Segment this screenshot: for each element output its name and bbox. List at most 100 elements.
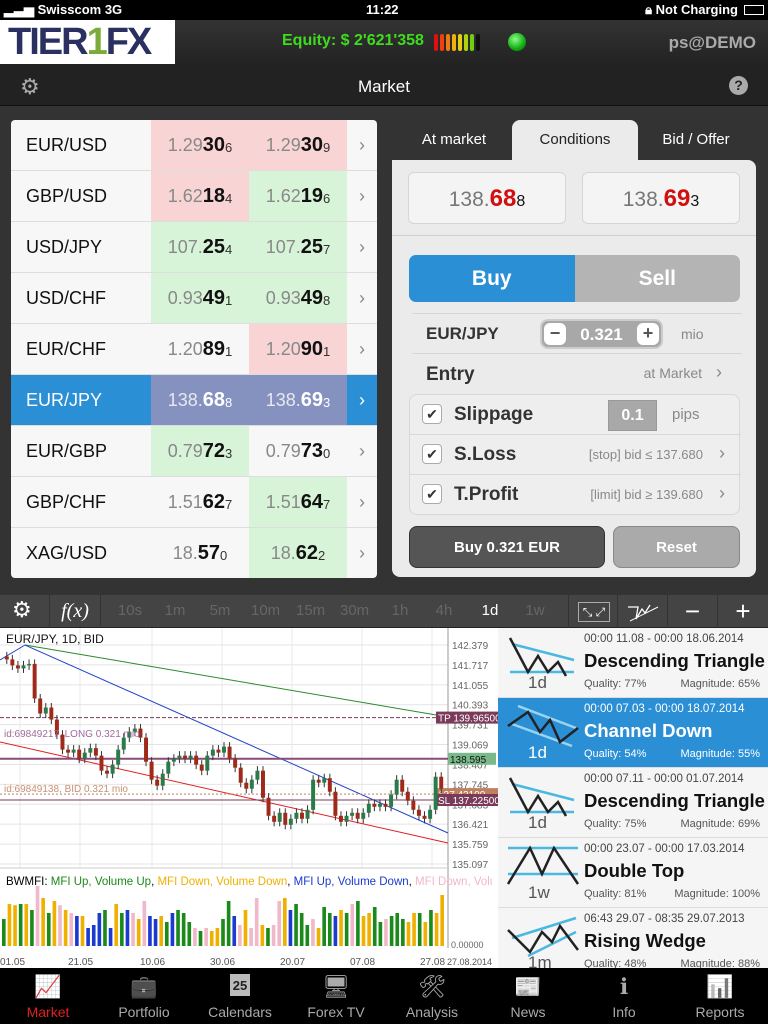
volume-bar — [322, 907, 326, 946]
stop-loss-row[interactable]: ✔ S.Loss [stop] bid ≤ 137.680 › — [410, 435, 741, 475]
pattern-item[interactable]: 1d 00:00 07.11 - 00:00 01.07.2014 Descen… — [498, 768, 768, 838]
pattern-list[interactable]: 1d 00:00 11.08 - 00:00 18.06.2014 Descen… — [498, 628, 768, 968]
quote-row[interactable]: GBP/USD 1.62 18 4 1.62 19 6 › — [11, 171, 377, 222]
bid-price[interactable]: 107. 25 4 — [151, 222, 249, 272]
tab-bid-offer[interactable]: Bid / Offer — [634, 120, 758, 160]
bid-price[interactable]: 1.51 62 7 — [151, 477, 249, 527]
minus-icon[interactable]: − — [544, 323, 566, 345]
ask-price[interactable]: 1.29 30 9 — [249, 120, 347, 170]
volume-bar — [339, 910, 343, 946]
chevron-right-icon[interactable]: › — [347, 339, 377, 360]
pattern-item[interactable]: 1d 00:00 07.03 - 00:00 18.07.2014 Channe… — [498, 698, 768, 768]
quote-row[interactable]: EUR/JPY 138. 68 8 138. 69 3 › — [11, 375, 377, 426]
chevron-right-icon[interactable]: › — [347, 543, 377, 564]
candle — [405, 791, 410, 801]
sell-button[interactable]: Sell — [574, 255, 740, 302]
amount-value[interactable]: 0.321 — [568, 325, 635, 345]
fit-chart-button[interactable]: ⤡ ⤢ — [568, 595, 618, 628]
candle — [283, 812, 288, 825]
tab-reports[interactable]: 📊 Reports — [672, 968, 768, 1024]
tab-info[interactable]: ℹ Info — [576, 968, 672, 1024]
tab-analysis[interactable]: 🛠 Analysis — [384, 968, 480, 1024]
ask-price[interactable]: 138. 69 3 — [249, 375, 347, 425]
bid-price[interactable]: 0.93 49 1 — [151, 273, 249, 323]
quote-row[interactable]: EUR/CHF 1.20 89 1 1.20 90 1 › — [11, 324, 377, 375]
ask-price[interactable]: 0.79 73 0 — [249, 426, 347, 476]
tab-calendars[interactable]: 25 Calendars — [192, 968, 288, 1024]
quote-row[interactable]: XAG/USD 18. 57 0 18. 62 2 › — [11, 528, 377, 578]
timeframe-1m[interactable]: 1m — [161, 602, 189, 619]
ask-price[interactable]: 18. 62 2 — [249, 528, 347, 578]
bid-price[interactable]: 1.20 89 1 — [151, 324, 249, 374]
buy-button[interactable]: Buy — [409, 255, 575, 302]
price-chart[interactable]: 142.379 141.717 141.055 140.393 139.731 139.0… — [0, 628, 501, 968]
chevron-right-icon[interactable]: › — [347, 135, 377, 156]
quote-row[interactable]: GBP/CHF 1.51 62 7 1.51 64 7 › — [11, 477, 377, 528]
timeframe-15m[interactable]: 15m — [296, 602, 325, 619]
pattern-item[interactable]: 1d 00:00 11.08 - 00:00 18.06.2014 Descen… — [498, 628, 768, 698]
zoom-out-button[interactable]: − — [668, 595, 718, 628]
ask-price[interactable]: 1.51 64 7 — [249, 477, 347, 527]
ask-quote[interactable]: 138.693 — [582, 172, 740, 224]
bid-quote[interactable]: 138.688 — [408, 172, 566, 224]
tab-news[interactable]: 📰 News — [480, 968, 576, 1024]
candle — [238, 767, 243, 783]
quote-row[interactable]: EUR/GBP 0.79 72 3 0.79 73 0 › — [11, 426, 377, 477]
slippage-checkbox[interactable]: ✔ — [422, 404, 442, 424]
account-user[interactable]: ps@DEMO — [669, 33, 756, 53]
ask-price[interactable]: 1.62 19 6 — [249, 171, 347, 221]
indicators-button[interactable]: f(x) — [49, 595, 101, 628]
ask-price[interactable]: 107. 25 7 — [249, 222, 347, 272]
quote-row[interactable]: USD/JPY 107. 25 4 107. 25 7 › — [11, 222, 377, 273]
volume-bar — [13, 905, 17, 946]
take-profit-row[interactable]: ✔ T.Profit [limit] bid ≥ 139.680 › — [410, 475, 741, 515]
quote-row[interactable]: USD/CHF 0.93 49 1 0.93 49 8 › — [11, 273, 377, 324]
chevron-right-icon[interactable]: › — [347, 288, 377, 309]
chevron-right-icon[interactable]: › — [347, 441, 377, 462]
tab-at-market[interactable]: At market — [392, 120, 516, 160]
zoom-in-button[interactable]: + — [718, 595, 768, 628]
meter-segment — [458, 34, 462, 51]
bid-price[interactable]: 1.29 30 6 — [151, 120, 249, 170]
chevron-right-icon[interactable]: › — [347, 186, 377, 207]
tab-conditions[interactable]: Conditions — [512, 120, 638, 160]
tab-forex-tv[interactable]: 🖥 Forex TV — [288, 968, 384, 1024]
equity: Equity: $ 2'621'358 — [282, 32, 424, 49]
stop-loss-checkbox[interactable]: ✔ — [422, 444, 442, 464]
candle — [21, 665, 26, 669]
pattern-dates: 00:00 07.03 - 00:00 18.07.2014 — [584, 703, 745, 715]
pattern-item[interactable]: 1w 00:00 23.07 - 00:00 17.03.2014 Double… — [498, 838, 768, 908]
volume-bar — [249, 928, 253, 946]
timeframe-1w[interactable]: 1w — [521, 602, 549, 619]
chevron-right-icon[interactable]: › — [347, 492, 377, 513]
ask-price[interactable]: 1.20 90 1 — [249, 324, 347, 374]
ask-price[interactable]: 0.93 49 8 — [249, 273, 347, 323]
timeframe-10s[interactable]: 10s — [116, 602, 144, 619]
timeframe-30m[interactable]: 30m — [340, 602, 369, 619]
pair-name: EUR/GBP — [26, 440, 108, 461]
submit-order-button[interactable]: Buy 0.321 EUR — [409, 526, 605, 568]
entry-row[interactable]: Entry at Market › — [392, 356, 756, 392]
bid-price[interactable]: 1.62 18 4 — [151, 171, 249, 221]
pattern-item[interactable]: 1m 06:43 29.07 - 08:35 29.07.2013 Rising… — [498, 908, 768, 968]
tab-portfolio[interactable]: 💼 Portfolio — [96, 968, 192, 1024]
help-icon[interactable]: ? — [729, 76, 748, 95]
chevron-right-icon[interactable]: › — [347, 237, 377, 258]
chart-settings-gear-icon[interactable]: ⚙ — [12, 597, 32, 623]
pattern-button[interactable] — [618, 595, 668, 628]
reset-button[interactable]: Reset — [613, 526, 740, 568]
timeframe-1h[interactable]: 1h — [386, 602, 414, 619]
slippage-input[interactable]: 0.1 — [608, 400, 657, 431]
bid-price[interactable]: 0.79 72 3 — [151, 426, 249, 476]
bid-price[interactable]: 18. 57 0 — [151, 528, 249, 578]
timeframe-10m[interactable]: 10m — [251, 602, 280, 619]
tab-market[interactable]: 📈 Market — [0, 968, 96, 1024]
timeframe-4h[interactable]: 4h — [430, 602, 458, 619]
chevron-right-icon[interactable]: › — [347, 390, 377, 411]
take-profit-checkbox[interactable]: ✔ — [422, 484, 442, 504]
timeframe-1d[interactable]: 1d — [476, 602, 504, 619]
plus-icon[interactable]: + — [637, 323, 659, 345]
bid-price[interactable]: 138. 68 8 — [151, 375, 249, 425]
quote-row[interactable]: EUR/USD 1.29 30 6 1.29 30 9 › — [11, 120, 377, 171]
timeframe-5m[interactable]: 5m — [206, 602, 234, 619]
